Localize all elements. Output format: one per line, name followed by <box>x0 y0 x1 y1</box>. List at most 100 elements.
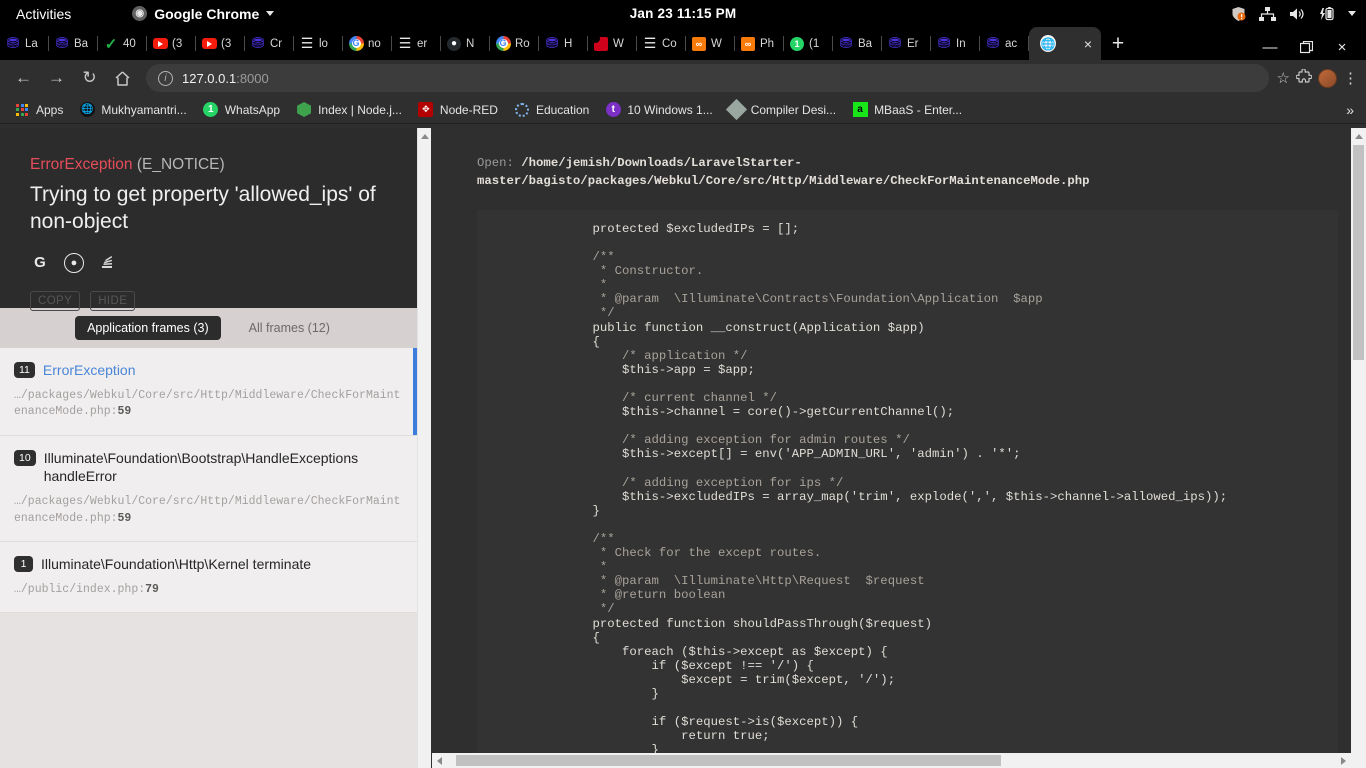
page-scroll-thumb[interactable] <box>1353 145 1364 360</box>
browser-tab[interactable]: W <box>588 27 637 60</box>
stack-frames-list: 11 ErrorException …/packages/Webkul/Core/s… <box>0 348 417 768</box>
scroll-right-arrow-icon[interactable] <box>1341 756 1346 765</box>
browser-tab[interactable]: (3 <box>147 27 196 60</box>
browser-tab[interactable]: ⛃ La <box>0 27 49 60</box>
chevron-down-icon <box>266 11 275 16</box>
stack-frame-item[interactable]: 10 Illuminate\Foundation\Bootstrap\Handle… <box>0 435 417 542</box>
bookmark-item[interactable]: ✥ Node-RED <box>410 98 506 122</box>
browser-tab[interactable]: ∞ W <box>686 27 735 60</box>
scroll-left-arrow-icon[interactable] <box>437 756 442 765</box>
exception-message: Trying to get property 'allowed_ips' of … <box>30 183 376 233</box>
bookmarks-overflow-icon[interactable]: » <box>1346 102 1360 118</box>
tab-label: La <box>25 37 38 50</box>
browser-tab[interactable]: ☰ Co <box>637 27 686 60</box>
browser-tab[interactable]: ☰ lo <box>294 27 343 60</box>
bookmark-item[interactable]: t 10 Windows 1... <box>597 98 720 122</box>
frame-filter-tab[interactable]: All frames (12) <box>237 316 342 340</box>
exception-header: ErrorException (E_NOTICE) Trying to get … <box>0 128 417 311</box>
maximize-button[interactable] <box>1298 39 1314 55</box>
address-bar[interactable]: i 127.0.0.1:8000 <box>146 64 1269 92</box>
new-tab-button[interactable]: + <box>1101 27 1135 60</box>
frame-title: 10 Illuminate\Foundation\Bootstrap\Handle… <box>14 449 401 487</box>
forward-button[interactable]: → <box>41 63 72 94</box>
google-search-icon[interactable]: G <box>30 253 50 273</box>
castle-favicon: ⛃ <box>986 35 1000 52</box>
browser-tab[interactable]: ⛃ Cr <box>245 27 294 60</box>
browser-tab[interactable]: ⛃ Ba <box>49 27 98 60</box>
bookmark-item[interactable]: Apps <box>6 98 71 122</box>
browser-tab[interactable]: ⛃ H <box>539 27 588 60</box>
page-scroll-up-arrow-icon[interactable] <box>1354 134 1363 139</box>
open-file-path: Open: /home/jemish/Downloads/LaravelStar… <box>432 128 1366 191</box>
back-button[interactable]: ← <box>8 63 39 94</box>
browser-tab[interactable]: no <box>343 27 392 60</box>
browser-tab[interactable]: ⛃ Er <box>882 27 931 60</box>
browser-tab[interactable]: ⛃ Ba <box>833 27 882 60</box>
battery-charging-icon[interactable] <box>1319 6 1335 21</box>
tab-label: lo <box>319 37 328 50</box>
minimize-button[interactable]: — <box>1262 39 1278 55</box>
browser-tab[interactable]: ☰ er <box>392 27 441 60</box>
profile-avatar[interactable] <box>1318 68 1337 88</box>
activities-button[interactable]: Activities <box>10 6 77 22</box>
stackoverflow-search-icon[interactable] <box>98 253 118 273</box>
code-horizontal-scrollbar[interactable] <box>432 753 1351 768</box>
browser-tab[interactable]: Ro <box>490 27 539 60</box>
sidebar-scrollbar[interactable] <box>417 128 431 768</box>
purple-circle-icon: t <box>605 102 621 118</box>
frame-filter-tab[interactable]: Application frames (3) <box>75 316 221 340</box>
tab-close-icon[interactable]: × <box>1084 37 1092 51</box>
bookmark-item[interactable]: Education <box>506 98 597 122</box>
frame-path: …/public/index.php:79 <box>14 582 159 596</box>
bookmark-item[interactable]: Compiler Desi... <box>721 98 844 122</box>
duckduckgo-search-icon[interactable]: ● <box>64 252 84 273</box>
volume-icon[interactable] <box>1289 7 1306 21</box>
site-info-icon[interactable]: i <box>158 70 173 86</box>
tab-label: ac <box>1005 37 1018 50</box>
open-label: Open: <box>477 156 514 170</box>
browser-tab[interactable]: 1 (1 <box>784 27 833 60</box>
url-text: 127.0.0.1:8000 <box>182 70 269 86</box>
frame-title: 11 ErrorException <box>14 361 401 380</box>
clock[interactable]: Jan 23 11:15 PM <box>630 6 737 21</box>
browser-tab[interactable]: ● N <box>441 27 490 60</box>
bookmark-item[interactable]: 1 WhatsApp <box>195 98 288 122</box>
home-button[interactable] <box>107 63 138 94</box>
bookmark-item[interactable]: 🌐 Mukhyamantri... <box>71 98 194 122</box>
bookmark-item[interactable]: a MBaaS - Enter... <box>844 98 970 122</box>
browser-tab[interactable]: (3 <box>196 27 245 60</box>
tab-active[interactable]: 🌐 × <box>1029 27 1101 60</box>
source-code: protected $excludedIPs = []; /** * Const… <box>563 221 1228 755</box>
app-menu-google-chrome[interactable]: ◉ Google Chrome <box>132 6 275 22</box>
tab-label: Ro <box>515 37 530 50</box>
hide-button[interactable]: HIDE <box>90 290 136 311</box>
tab-label: no <box>368 37 381 50</box>
tab-label: N <box>466 37 475 50</box>
browser-tab[interactable]: ∞ Ph <box>735 27 784 60</box>
stack-frame-item[interactable]: 1 Illuminate\Foundation\Http\Kernel termi… <box>0 541 417 614</box>
scroll-up-arrow-icon[interactable] <box>420 134 429 139</box>
browser-tab[interactable]: ⛃ In <box>931 27 980 60</box>
reload-button[interactable]: ↻ <box>74 63 105 94</box>
copy-button[interactable]: COPY <box>30 290 81 311</box>
page-scrollbar[interactable] <box>1351 128 1366 768</box>
extensions-puzzle-icon[interactable] <box>1295 67 1313 88</box>
network-icon[interactable] <box>1259 6 1276 21</box>
shield-alert-icon[interactable] <box>1231 6 1246 22</box>
apps-grid-icon <box>14 102 30 118</box>
system-menu-chevron-icon[interactable] <box>1348 11 1356 16</box>
chrome-menu-icon[interactable]: ⋮ <box>1343 71 1358 86</box>
stack-frame-item[interactable]: 11 ErrorException …/packages/Webkul/Core/s… <box>0 348 417 436</box>
tab-label: (3 <box>221 37 232 50</box>
bookmark-star-icon[interactable]: ☆ <box>1277 69 1290 87</box>
close-button[interactable]: × <box>1334 39 1350 55</box>
frame-number: 10 <box>14 449 36 466</box>
browser-tab[interactable]: ✓ 40 <box>98 27 147 60</box>
bookmark-item[interactable]: Index | Node.j... <box>288 98 410 122</box>
castle-favicon: ⛃ <box>6 35 20 52</box>
browser-tab[interactable]: ⛃ ac <box>980 27 1029 60</box>
file-path[interactable]: /home/jemish/Downloads/LaravelStarter-ma… <box>477 156 1090 188</box>
exception-type: ErrorException (E_NOTICE) <box>30 156 387 174</box>
code-scroll-thumb[interactable] <box>456 755 1001 766</box>
bookmark-label: Education <box>535 102 590 117</box>
